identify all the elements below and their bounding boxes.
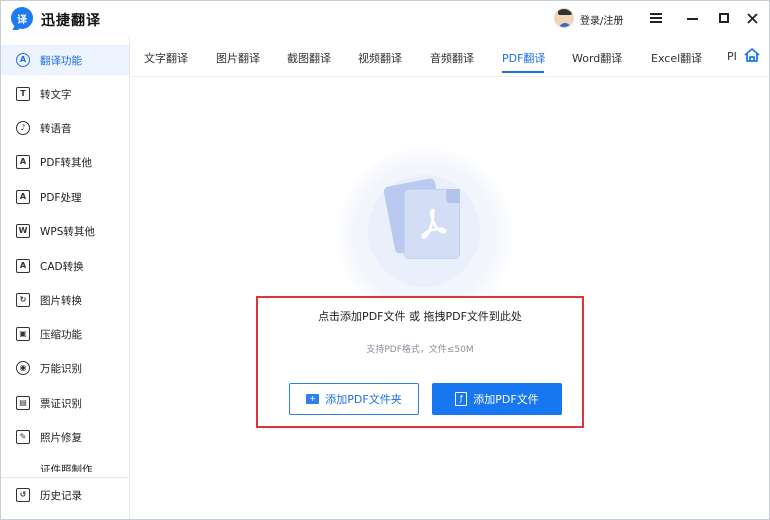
close-button[interactable] (740, 7, 764, 29)
sidebar-item-id-photo[interactable]: 证件照制作 (1, 456, 129, 472)
translate-icon: A (15, 52, 31, 68)
sidebar-item-label: 压缩功能 (40, 328, 82, 341)
user-avatar[interactable] (554, 8, 574, 28)
app-window: 译 迅捷翻译 登录/注册 A 翻译功能 T 转文字 ♪ 转语音 A PDF转其他… (0, 0, 770, 520)
sidebar-item-pdf-convert[interactable]: A PDF转其他 (1, 147, 129, 177)
maximize-button[interactable] (712, 7, 736, 29)
pdf-process-icon: A (15, 189, 31, 205)
tab-audio-translate[interactable]: 音频翻译 (430, 50, 474, 66)
sidebar-item-label: 图片转换 (40, 294, 82, 307)
tab-more-truncated[interactable]: PI (727, 50, 737, 63)
sidebar-item-pdf-process[interactable]: A PDF处理 (1, 182, 129, 212)
sidebar: A 翻译功能 T 转文字 ♪ 转语音 A PDF转其他 A PDF处理 W WP… (1, 37, 130, 519)
tab-image-translate[interactable]: 图片翻译 (216, 50, 260, 66)
minimize-icon (686, 18, 698, 20)
format-hint: 支持PDF格式，文件≤50M (366, 345, 474, 355)
wps-convert-icon: W (15, 223, 31, 239)
pdf-convert-icon: A (15, 154, 31, 170)
tab-pdf-translate[interactable]: PDF翻译 (502, 50, 545, 66)
sidebar-item-to-text[interactable]: T 转文字 (1, 79, 129, 109)
sidebar-item-to-voice[interactable]: ♪ 转语音 (1, 113, 129, 143)
sidebar-item-wps-convert[interactable]: W WPS转其他 (1, 216, 129, 246)
sidebar-item-translate[interactable]: A 翻译功能 (1, 45, 129, 75)
history-section: ↺ 历史记录 (1, 477, 129, 511)
sidebar-item-label: 票证识别 (40, 397, 82, 410)
sidebar-item-image-convert[interactable]: ↻ 图片转换 (1, 285, 129, 315)
hamburger-icon (650, 13, 662, 23)
sidebar-item-compress[interactable]: ▣ 压缩功能 (1, 319, 129, 349)
sidebar-item-label: WPS转其他 (40, 225, 95, 238)
folder-add-icon: + (306, 394, 320, 404)
login-link[interactable]: 登录/注册 (580, 12, 623, 27)
tab-excel-translate[interactable]: Excel翻译 (651, 50, 702, 66)
sidebar-item-history[interactable]: ↺ 历史记录 (1, 480, 129, 510)
cad-icon: A (15, 258, 31, 274)
add-pdf-file-label: 添加PDF文件 (473, 393, 539, 406)
compress-icon: ▣ (15, 326, 31, 342)
title-bar: 译 迅捷翻译 登录/注册 (1, 1, 769, 37)
pdf-file-icon: ƒ (455, 392, 468, 406)
sidebar-item-label: 转文字 (40, 88, 72, 101)
sidebar-item-label: 证件照制作 (40, 464, 93, 472)
tab-word-translate[interactable]: Word翻译 (572, 50, 622, 66)
sidebar-item-photo-repair[interactable]: ✎ 照片修复 (1, 422, 129, 452)
drop-instruction: 点击添加PDF文件 或 拖拽PDF文件到此处 (318, 310, 522, 323)
image-convert-icon: ↻ (15, 292, 31, 308)
maximize-icon (719, 13, 729, 23)
function-tabs: 文字翻译 图片翻译 截图翻译 视频翻译 音频翻译 PDF翻译 Word翻译 Ex… (131, 37, 769, 77)
sidebar-item-label: 翻译功能 (40, 54, 82, 67)
recognize-icon: ◉ (15, 360, 31, 376)
sidebar-item-label: 历史记录 (40, 489, 82, 502)
page-fold (446, 189, 460, 203)
history-icon: ↺ (15, 487, 31, 503)
tab-text-translate[interactable]: 文字翻译 (144, 50, 188, 66)
acrobat-icon (421, 208, 447, 239)
voice-icon: ♪ (15, 120, 31, 136)
active-tab-underline (502, 71, 544, 73)
menu-button[interactable] (644, 7, 668, 29)
home-icon[interactable] (743, 47, 761, 63)
app-logo-icon: 译 (11, 7, 33, 29)
add-pdf-file-button[interactable]: ƒ 添加PDF文件 (432, 383, 562, 415)
tab-video-translate[interactable]: 视频翻译 (358, 50, 402, 66)
sidebar-item-recognize[interactable]: ◉ 万能识别 (1, 353, 129, 383)
sidebar-item-label: 照片修复 (40, 431, 82, 444)
app-title: 迅捷翻译 (41, 13, 101, 29)
photo-repair-icon: ✎ (15, 429, 31, 445)
sidebar-item-label: 万能识别 (40, 362, 82, 375)
sidebar-item-ticket[interactable]: ▤ 票证识别 (1, 388, 129, 418)
sidebar-item-label: CAD转换 (40, 260, 84, 273)
sidebar-item-label: PDF转其他 (40, 156, 92, 169)
close-icon (746, 12, 758, 24)
minimize-button[interactable] (680, 7, 704, 29)
pdf-document-icon (404, 189, 460, 259)
sidebar-item-label: 转语音 (40, 122, 72, 135)
sidebar-item-cad-convert[interactable]: A CAD转换 (1, 251, 129, 281)
ticket-icon: ▤ (15, 395, 31, 411)
file-drop-zone[interactable]: 点击添加PDF文件 或 拖拽PDF文件到此处 支持PDF格式，文件≤50M + … (256, 296, 584, 428)
sidebar-item-label: PDF处理 (40, 191, 82, 204)
tab-screenshot-translate[interactable]: 截图翻译 (287, 50, 331, 66)
add-pdf-folder-label: 添加PDF文件夹 (325, 393, 402, 406)
add-pdf-folder-button[interactable]: + 添加PDF文件夹 (289, 383, 419, 415)
text-icon: T (15, 86, 31, 102)
pdf-upload-panel: 点击添加PDF文件 或 拖拽PDF文件到此处 支持PDF格式，文件≤50M + … (131, 78, 769, 519)
